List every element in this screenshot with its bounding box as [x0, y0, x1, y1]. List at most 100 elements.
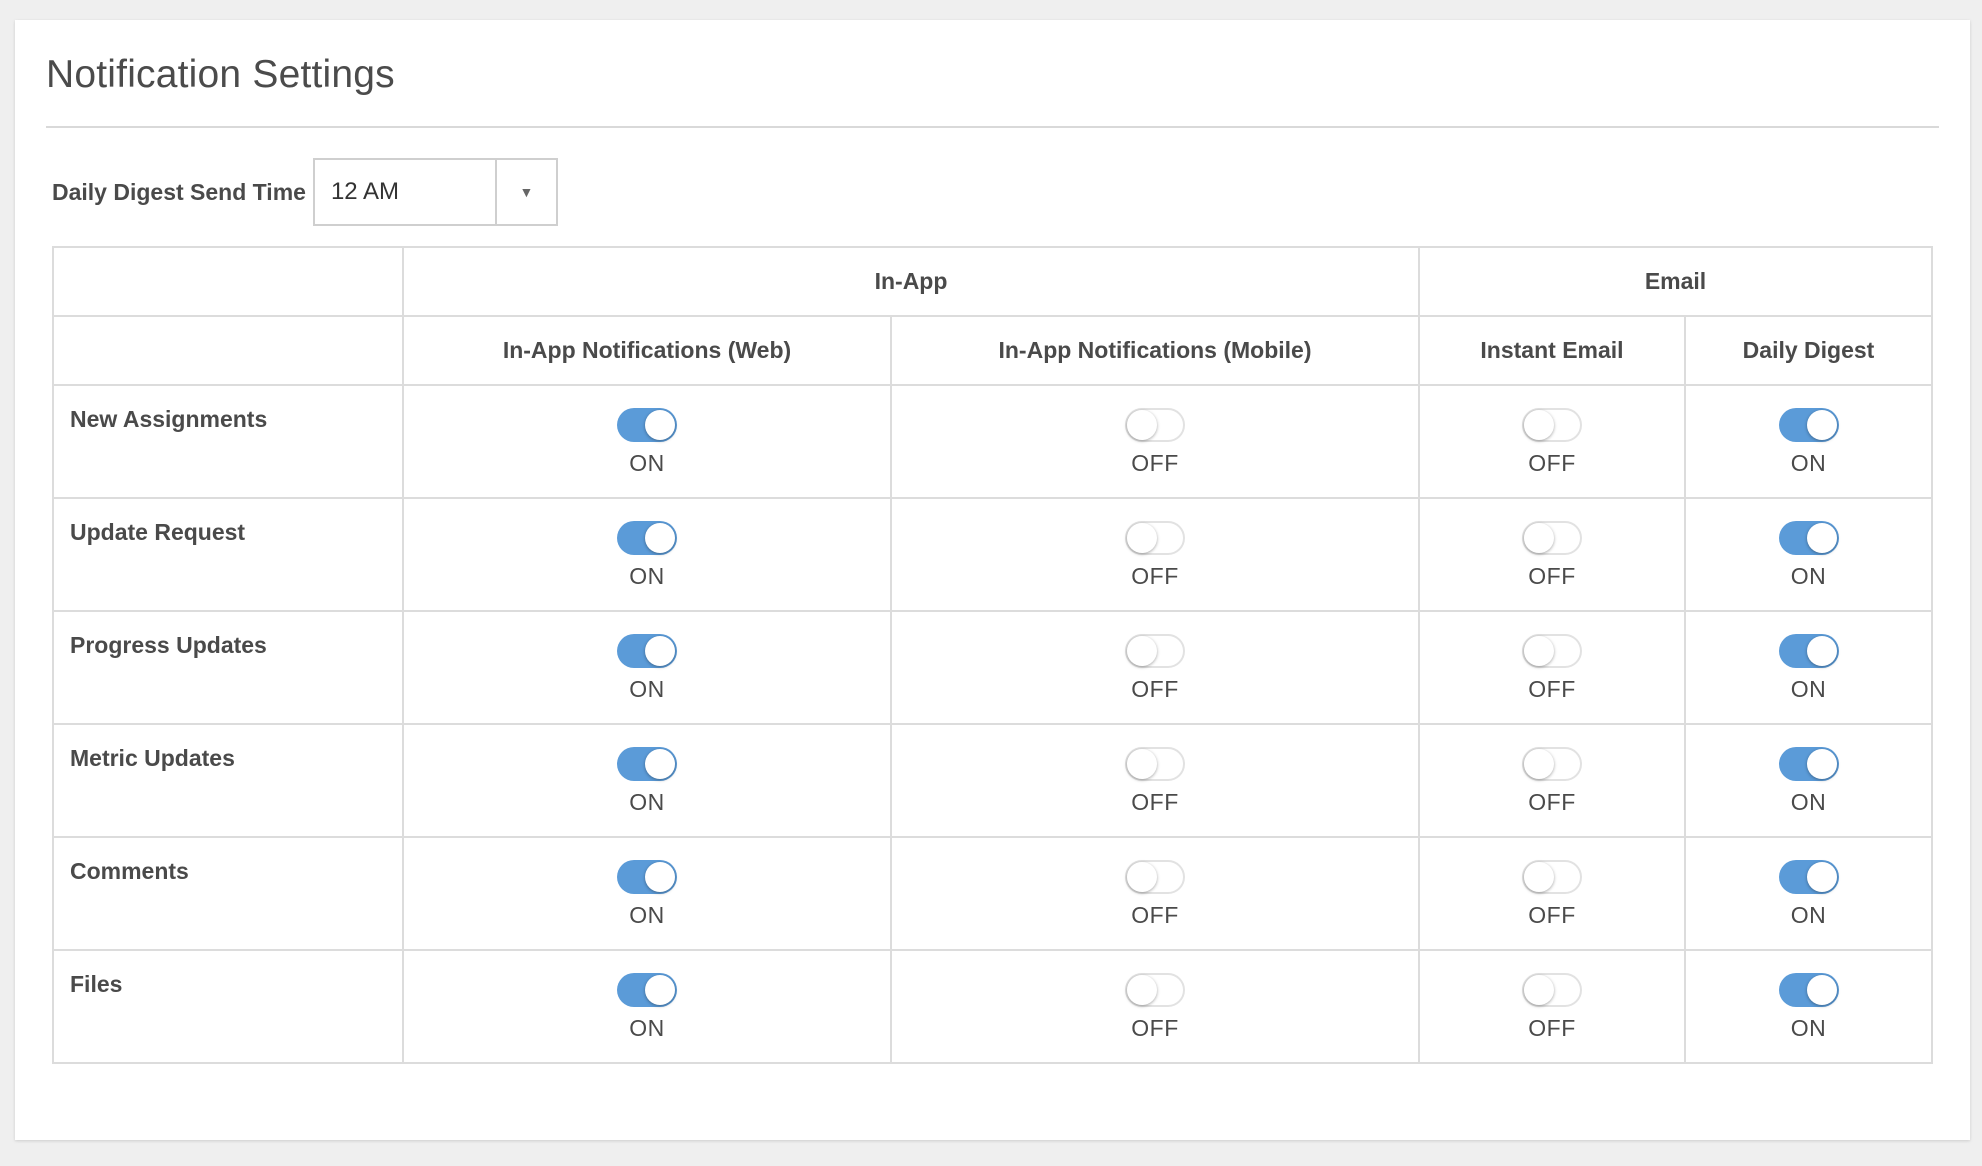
toggle-mobile[interactable]: OFF — [1125, 521, 1185, 590]
setting-cell-web: ON — [402, 723, 892, 838]
toggle-daily-digest[interactable]: ON — [1778, 860, 1839, 929]
toggle-state-label: ON — [1790, 1015, 1827, 1041]
toggle-instant-email[interactable]: OFF — [1522, 973, 1582, 1042]
toggle-switch[interactable] — [1522, 634, 1582, 668]
toggle-switch[interactable] — [617, 521, 677, 555]
toggle-switch[interactable] — [1778, 521, 1839, 555]
setting-cell-mobile: OFF — [890, 723, 1420, 838]
empty-header-cell — [52, 315, 404, 386]
toggle-web[interactable]: ON — [617, 521, 677, 590]
toggle-knob — [645, 749, 675, 779]
toggle-switch[interactable] — [1125, 634, 1185, 668]
toggle-knob — [1524, 636, 1554, 666]
toggle-knob — [1127, 410, 1157, 440]
toggle-switch[interactable] — [1522, 408, 1582, 442]
toggle-switch[interactable] — [1125, 521, 1185, 555]
toggle-state-label: OFF — [1131, 1015, 1179, 1041]
column-header-instant-email: Instant Email — [1418, 315, 1686, 386]
toggle-state-label: ON — [629, 1015, 665, 1041]
toggle-web[interactable]: ON — [617, 408, 677, 477]
setting-cell-instant-email: OFF — [1418, 610, 1686, 725]
setting-cell-daily-digest: ON — [1684, 610, 1933, 725]
toggle-switch[interactable] — [1522, 860, 1582, 894]
toggle-knob — [645, 975, 675, 1005]
triangle-down-icon[interactable]: ▼ — [497, 160, 556, 224]
row-label: Comments — [52, 836, 404, 951]
toggle-web[interactable]: ON — [617, 634, 677, 703]
toggle-switch[interactable] — [1522, 747, 1582, 781]
toggle-switch[interactable] — [1522, 973, 1582, 1007]
toggle-web[interactable]: ON — [617, 747, 677, 816]
toggle-switch[interactable] — [1778, 747, 1839, 781]
setting-cell-instant-email: OFF — [1418, 836, 1686, 951]
toggle-knob — [1127, 975, 1157, 1005]
digest-time-label: Daily Digest Send Time — [52, 178, 306, 205]
toggle-state-label: ON — [1790, 450, 1827, 476]
toggle-instant-email[interactable]: OFF — [1522, 408, 1582, 477]
toggle-state-label: ON — [629, 450, 665, 476]
setting-cell-mobile: OFF — [890, 949, 1420, 1064]
toggle-switch[interactable] — [1778, 408, 1839, 442]
toggle-switch[interactable] — [1125, 408, 1185, 442]
toggle-switch[interactable] — [1125, 860, 1185, 894]
toggle-instant-email[interactable]: OFF — [1522, 860, 1582, 929]
toggle-state-label: ON — [1790, 789, 1827, 815]
toggle-state-label: ON — [629, 676, 665, 702]
toggle-web[interactable]: ON — [617, 860, 677, 929]
toggle-instant-email[interactable]: OFF — [1522, 634, 1582, 703]
digest-time-select[interactable]: 12 AM ▼ — [312, 158, 558, 226]
toggle-knob — [1806, 975, 1837, 1005]
toggle-state-label: ON — [1790, 676, 1827, 702]
toggle-state-label: OFF — [1528, 450, 1576, 476]
toggle-mobile[interactable]: OFF — [1125, 973, 1185, 1042]
row-label: Files — [52, 949, 404, 1064]
toggle-state-label: ON — [629, 902, 665, 928]
column-header-web: In-App Notifications (Web) — [402, 315, 892, 386]
toggle-daily-digest[interactable]: ON — [1778, 634, 1839, 703]
toggle-switch[interactable] — [1125, 973, 1185, 1007]
setting-cell-web: ON — [402, 610, 892, 725]
toggle-mobile[interactable]: OFF — [1125, 634, 1185, 703]
toggle-switch[interactable] — [617, 973, 677, 1007]
toggle-instant-email[interactable]: OFF — [1522, 747, 1582, 816]
toggle-switch[interactable] — [617, 747, 677, 781]
toggle-state-label: ON — [1790, 902, 1827, 928]
toggle-switch[interactable] — [617, 860, 677, 894]
setting-cell-web: ON — [402, 497, 892, 612]
toggle-knob — [645, 636, 675, 666]
toggle-switch[interactable] — [617, 634, 677, 668]
toggle-state-label: ON — [629, 789, 665, 815]
toggle-instant-email[interactable]: OFF — [1522, 521, 1582, 590]
toggle-daily-digest[interactable]: ON — [1778, 521, 1839, 590]
toggle-knob — [1524, 410, 1554, 440]
toggle-mobile[interactable]: OFF — [1125, 860, 1185, 929]
toggle-state-label: OFF — [1131, 450, 1179, 476]
toggle-switch[interactable] — [1778, 634, 1839, 668]
setting-cell-mobile: OFF — [890, 836, 1420, 951]
toggle-state-label: OFF — [1528, 902, 1576, 928]
setting-cell-mobile: OFF — [890, 610, 1420, 725]
toggle-switch[interactable] — [1125, 747, 1185, 781]
table-row: Update Request ON OFF OFF ON — [52, 497, 1933, 612]
toggle-switch[interactable] — [1778, 860, 1839, 894]
toggle-state-label: OFF — [1131, 563, 1179, 589]
toggle-knob — [1806, 862, 1837, 892]
setting-cell-daily-digest: ON — [1684, 836, 1933, 951]
row-label: Progress Updates — [52, 610, 404, 725]
table-row: Comments ON OFF OFF ON — [52, 836, 1933, 951]
toggle-mobile[interactable]: OFF — [1125, 747, 1185, 816]
toggle-knob — [1524, 749, 1554, 779]
toggle-mobile[interactable]: OFF — [1125, 408, 1185, 477]
toggle-knob — [1127, 749, 1157, 779]
toggle-switch[interactable] — [617, 408, 677, 442]
toggle-daily-digest[interactable]: ON — [1778, 408, 1839, 477]
toggle-state-label: OFF — [1131, 676, 1179, 702]
toggle-switch[interactable] — [1522, 521, 1582, 555]
toggle-daily-digest[interactable]: ON — [1778, 973, 1839, 1042]
toggle-daily-digest[interactable]: ON — [1778, 747, 1839, 816]
toggle-state-label: OFF — [1528, 1015, 1576, 1041]
toggle-state-label: OFF — [1131, 789, 1179, 815]
toggle-switch[interactable] — [1778, 973, 1839, 1007]
empty-header-cell — [52, 246, 404, 317]
toggle-web[interactable]: ON — [617, 973, 677, 1042]
